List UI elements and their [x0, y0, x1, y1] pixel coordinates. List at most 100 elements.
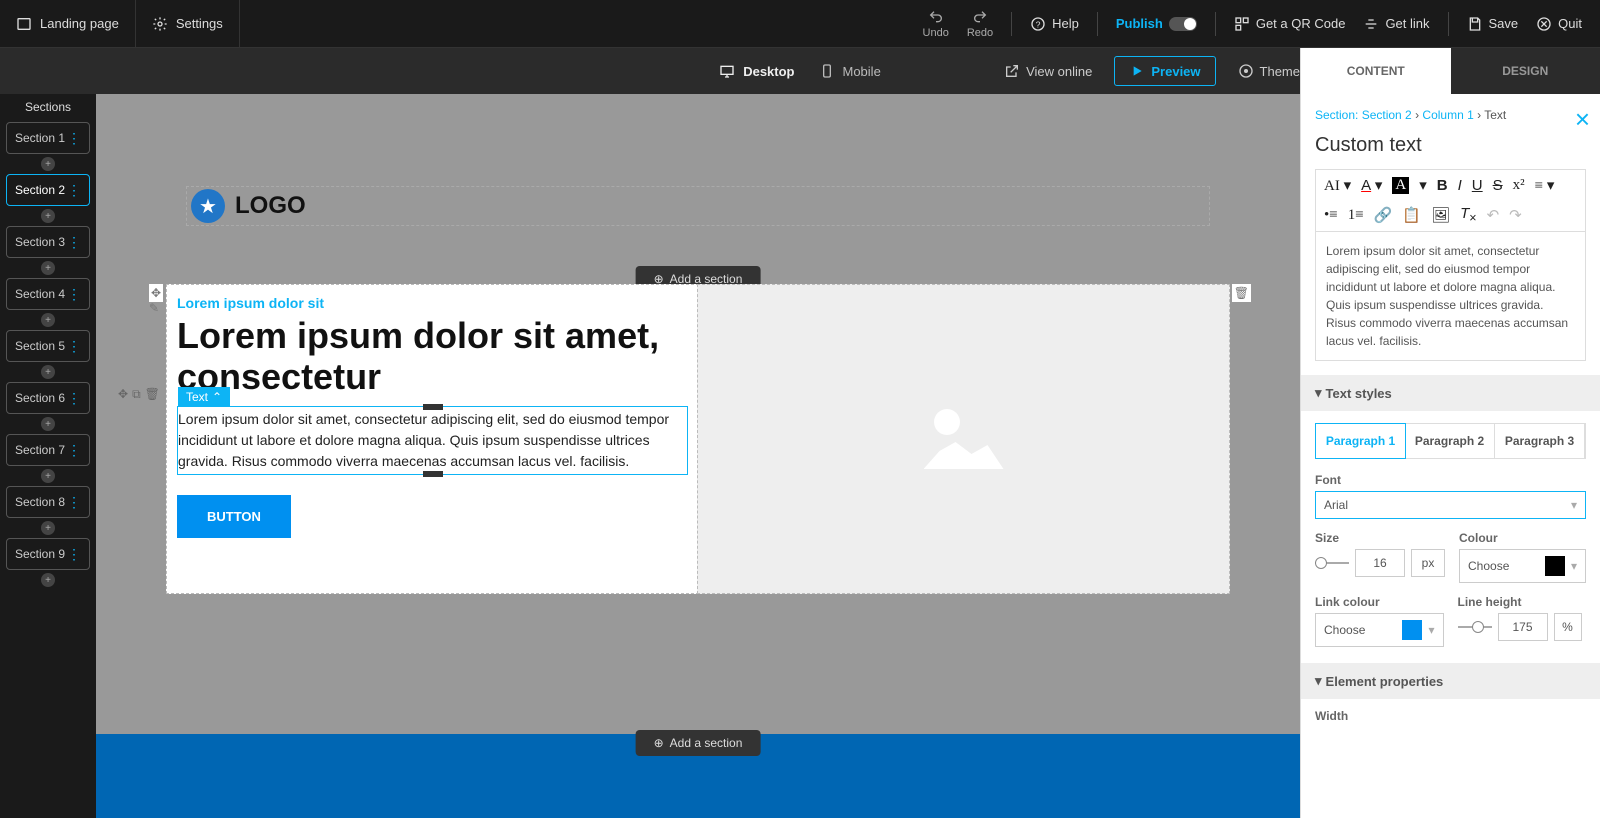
undo-rte-icon[interactable]: ↶ [1487, 206, 1500, 225]
redo-button[interactable]: Redo [967, 9, 993, 39]
theme-button[interactable]: Theme [1238, 63, 1300, 79]
superscript-icon[interactable]: x² [1513, 177, 1525, 194]
align-icon[interactable]: ≡ ▾ [1535, 176, 1555, 195]
font-size-icon[interactable]: AI ▾ [1324, 176, 1351, 195]
section-item-4[interactable]: Section 4⋮ [6, 278, 90, 310]
preview-button[interactable]: Preview [1114, 56, 1215, 86]
section-item-3[interactable]: Section 3⋮ [6, 226, 90, 258]
section-item-6[interactable]: Section 6⋮ [6, 382, 90, 414]
close-icon[interactable]: × [1575, 104, 1590, 135]
size-slider[interactable] [1315, 562, 1349, 564]
edit-icon[interactable]: ✎ [149, 301, 159, 315]
strike-icon[interactable]: S [1493, 177, 1503, 195]
italic-icon[interactable]: I [1458, 177, 1462, 195]
device-mobile[interactable]: Mobile [819, 63, 881, 79]
add-section-between[interactable]: + [41, 157, 55, 171]
tab-content[interactable]: CONTENT [1301, 48, 1451, 94]
view-online-button[interactable]: View online [1004, 63, 1092, 79]
section-item-9[interactable]: Section 9⋮ [6, 538, 90, 570]
underline-icon[interactable]: U [1472, 177, 1483, 195]
redo-rte-icon[interactable]: ↷ [1509, 206, 1522, 225]
toggle-icon[interactable] [1169, 17, 1197, 31]
move-icon[interactable]: ✥ [118, 387, 128, 402]
trash-icon[interactable]: 🗑 [1232, 284, 1251, 302]
chevron-down-icon[interactable]: ▾ [1419, 176, 1427, 195]
logo-section[interactable]: ★ LOGO [186, 186, 1210, 226]
resize-handle-icon[interactable] [423, 404, 443, 410]
undo-button[interactable]: Undo [923, 9, 949, 39]
line-height-input[interactable]: 175 [1498, 613, 1548, 641]
number-list-icon[interactable]: 1≡ [1348, 207, 1364, 224]
add-section-between[interactable]: + [41, 417, 55, 431]
section-item-2[interactable]: Section 2⋮ [6, 174, 90, 206]
link-colour-picker[interactable]: Choose ▾ [1315, 613, 1444, 647]
kebab-icon[interactable]: ⋮ [67, 494, 81, 511]
column-left[interactable]: ✎ Lorem ipsum dolor sit Lorem ipsum dolo… [166, 284, 699, 594]
paragraph-text[interactable]: Lorem ipsum dolor sit amet, consectetur … [178, 409, 687, 472]
font-color-icon[interactable]: A ▾ [1361, 176, 1382, 195]
add-section-between[interactable]: + [41, 313, 55, 327]
get-link-button[interactable]: Get link [1363, 16, 1429, 32]
add-section-between[interactable]: + [41, 209, 55, 223]
rte-textarea[interactable]: Lorem ipsum dolor sit amet, consectetur … [1315, 232, 1586, 361]
headline-text[interactable]: Lorem ipsum dolor sit amet, consectetur [177, 315, 688, 398]
kebab-icon[interactable]: ⋮ [67, 182, 81, 199]
section-2-container[interactable]: ✥ 🗑 ✎ Lorem ipsum dolor sit Lorem ipsum … [166, 284, 1230, 594]
bullet-list-icon[interactable]: •≡ [1324, 207, 1338, 224]
breadcrumb-column[interactable]: Column 1 [1422, 108, 1473, 122]
highlight-icon[interactable]: A [1392, 177, 1409, 194]
text-styles-accordion[interactable]: ▾ Text styles [1301, 375, 1600, 411]
bold-icon[interactable]: B [1437, 177, 1448, 195]
help-button[interactable]: ? Help [1030, 16, 1079, 32]
text-block-selected[interactable]: ✥ ⧉ 🗑 Text ⌃ Lorem ipsum dolor sit amet,… [177, 406, 688, 475]
kebab-icon[interactable]: ⋮ [67, 442, 81, 459]
section-item-7[interactable]: Section 7⋮ [6, 434, 90, 466]
size-input[interactable]: 16 [1355, 549, 1405, 577]
kebab-icon[interactable]: ⋮ [67, 546, 81, 563]
add-section-between[interactable]: + [41, 469, 55, 483]
add-section-bottom[interactable]: ⊕Add a section [636, 730, 761, 756]
eyebrow-text[interactable]: Lorem ipsum dolor sit [177, 295, 688, 311]
add-section-between[interactable]: + [41, 261, 55, 275]
link-icon[interactable]: 🔗 [1374, 206, 1393, 225]
element-properties-accordion[interactable]: ▾ Element properties [1301, 663, 1600, 699]
tab-settings[interactable]: Settings [136, 0, 240, 48]
section-item-5[interactable]: Section 5⋮ [6, 330, 90, 362]
resize-handle-icon[interactable] [423, 471, 443, 477]
qr-button[interactable]: Get a QR Code [1234, 16, 1346, 32]
tab-design[interactable]: DESIGN [1451, 48, 1600, 94]
font-select[interactable]: Arial ▾ [1315, 491, 1586, 519]
device-desktop[interactable]: Desktop [719, 63, 794, 79]
paragraph-tab-2[interactable]: Paragraph 2 [1405, 424, 1495, 458]
clear-format-icon[interactable]: T× [1460, 205, 1476, 225]
kebab-icon[interactable]: ⋮ [67, 130, 81, 147]
tab-landing-page[interactable]: Landing page [0, 0, 136, 48]
desktop-icon [719, 63, 735, 79]
column-right[interactable] [697, 284, 1230, 594]
add-section-between[interactable]: + [41, 573, 55, 587]
add-section-between[interactable]: + [41, 521, 55, 535]
breadcrumb-section[interactable]: Section: Section 2 [1315, 108, 1412, 122]
add-section-between[interactable]: + [41, 365, 55, 379]
trash-icon[interactable]: 🗑 [145, 387, 160, 402]
paste-icon[interactable]: 📋 [1402, 206, 1421, 225]
image-icon[interactable]: 🖼 [1431, 206, 1450, 225]
paragraph-tab-3[interactable]: Paragraph 3 [1495, 424, 1585, 458]
kebab-icon[interactable]: ⋮ [67, 338, 81, 355]
image-placeholder-icon[interactable] [924, 409, 1004, 469]
publish-toggle[interactable]: Publish [1116, 16, 1197, 31]
copy-icon[interactable]: ⧉ [132, 387, 141, 402]
quit-button[interactable]: Quit [1536, 16, 1582, 32]
chevron-up-icon[interactable]: ⌃ [212, 390, 222, 404]
cta-button[interactable]: BUTTON [177, 495, 291, 538]
section-item-1[interactable]: Section 1⋮ [6, 122, 90, 154]
kebab-icon[interactable]: ⋮ [67, 286, 81, 303]
colour-picker[interactable]: Choose ▾ [1459, 549, 1586, 583]
paragraph-tab-1[interactable]: Paragraph 1 [1315, 423, 1406, 459]
line-height-slider[interactable] [1458, 626, 1492, 628]
move-icon[interactable]: ✥ [149, 284, 163, 302]
kebab-icon[interactable]: ⋮ [67, 390, 81, 407]
kebab-icon[interactable]: ⋮ [67, 234, 81, 251]
section-item-8[interactable]: Section 8⋮ [6, 486, 90, 518]
save-button[interactable]: Save [1467, 16, 1519, 32]
